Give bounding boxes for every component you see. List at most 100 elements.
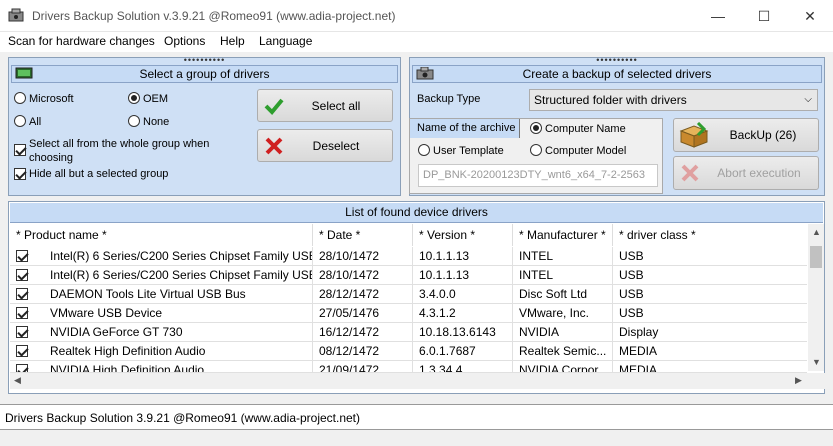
- column-version[interactable]: * Version *: [413, 224, 513, 246]
- column-product-name[interactable]: * Product name *: [10, 224, 313, 246]
- scroll-left-icon[interactable]: ◀: [14, 375, 21, 386]
- title-bar: Drivers Backup Solution v.3.9.21 @Romeo9…: [0, 0, 833, 32]
- radio-computer-model-label: Computer Model: [545, 145, 627, 157]
- cell-driver-class: USB: [619, 268, 644, 282]
- table-row[interactable]: NVIDIA High Definition Audio 21/09/1472 …: [10, 361, 807, 373]
- table-row[interactable]: Intel(R) 6 Series/C200 Series Chipset Fa…: [10, 247, 807, 266]
- radio-computer-name-indicator: [530, 122, 542, 134]
- archive-name-field[interactable]: DP_BNK-20200123DTY_wnt6_x64_7-2-2563: [418, 164, 658, 187]
- panel-grip[interactable]: ••••••••••: [9, 56, 400, 65]
- group-panel: •••••••••• Select a group of drivers Mic…: [8, 56, 401, 196]
- cell-version: 10.18.13.6143: [413, 323, 513, 342]
- driver-list: List of found device drivers * Product n…: [8, 201, 825, 394]
- table-row[interactable]: Intel(R) 6 Series/C200 Series Chipset Fa…: [10, 266, 807, 285]
- abort-button[interactable]: Abort execution: [673, 156, 819, 190]
- package-icon: [679, 122, 709, 148]
- archive-name-tab: Name of the archive: [410, 119, 520, 138]
- app-icon: [8, 8, 24, 22]
- vertical-scrollbar[interactable]: ▲ ▼: [808, 224, 824, 371]
- backup-button[interactable]: BackUp (26): [673, 118, 819, 152]
- row-checkbox[interactable]: [16, 326, 28, 338]
- table-row[interactable]: DAEMON Tools Lite Virtual USB Bus 28/12/…: [10, 285, 807, 304]
- horizontal-scrollbar[interactable]: ◀ ▶: [10, 373, 825, 389]
- check-hide-others[interactable]: Hide all but a selected group: [14, 167, 250, 181]
- radio-user-template[interactable]: User Template: [418, 144, 504, 157]
- row-checkbox[interactable]: [16, 250, 28, 262]
- row-checkbox[interactable]: [16, 288, 28, 300]
- column-date[interactable]: * Date *: [313, 224, 413, 246]
- radio-none[interactable]: None: [128, 115, 169, 128]
- row-checkbox[interactable]: [16, 307, 28, 319]
- row-checkbox[interactable]: [16, 345, 28, 357]
- check-select-whole-group[interactable]: Select all from the whole group when cho…: [14, 137, 250, 165]
- cell-driver-class: Display: [619, 325, 659, 339]
- scroll-up-icon[interactable]: ▲: [812, 227, 821, 237]
- select-all-button[interactable]: Select all: [257, 89, 393, 122]
- backup-type-label: Backup Type: [417, 93, 481, 105]
- table-row[interactable]: Realtek High Definition Audio 08/12/1472…: [10, 342, 807, 361]
- cell-product-name: Intel(R) 6 Series/C200 Series Chipset Fa…: [44, 247, 313, 266]
- radio-user-template-label: User Template: [433, 145, 504, 157]
- cell-date: 28/10/1472: [313, 247, 413, 266]
- camera-icon: [416, 67, 434, 80]
- driver-list-title: List of found device drivers: [10, 203, 823, 223]
- cell-driver-class: USB: [619, 306, 644, 320]
- radio-computer-model[interactable]: Computer Model: [530, 144, 626, 157]
- cell-version: 3.4.0.0: [413, 285, 513, 304]
- cell-driver-class: USB: [619, 249, 644, 263]
- column-driver-class[interactable]: * driver class *: [613, 224, 807, 246]
- cell-product-name: NVIDIA GeForce GT 730: [44, 323, 313, 342]
- checkmark-icon: [264, 98, 284, 115]
- radio-computer-name[interactable]: Computer Name: [530, 122, 626, 135]
- status-bar: Drivers Backup Solution 3.9.21 @Romeo91 …: [0, 404, 833, 430]
- cell-driver-class: USB: [619, 287, 644, 301]
- menu-options[interactable]: Options: [164, 34, 205, 48]
- row-checkbox[interactable]: [16, 364, 28, 372]
- table-row[interactable]: VMware USB Device 27/05/1476 4.3.1.2 VMw…: [10, 304, 807, 323]
- cell-manufacturer: NVIDIA: [513, 323, 613, 342]
- radio-user-template-indicator: [418, 144, 430, 156]
- radio-all-indicator: [14, 115, 26, 127]
- cell-driver-class: MEDIA: [619, 344, 658, 358]
- menu-help[interactable]: Help: [220, 34, 245, 48]
- cell-version: 4.3.1.2: [413, 304, 513, 323]
- cell-manufacturer: VMware, Inc.: [513, 304, 613, 323]
- radio-none-indicator: [128, 115, 140, 127]
- radio-microsoft-indicator: [14, 92, 26, 104]
- panel-grip[interactable]: ••••••••••: [410, 56, 824, 65]
- check-select-whole-group-box: [14, 144, 26, 156]
- vertical-scroll-thumb[interactable]: [810, 246, 822, 268]
- cell-manufacturer: INTEL: [513, 247, 613, 266]
- chevron-down-icon: ⌵: [804, 94, 812, 105]
- scroll-right-icon[interactable]: ▶: [795, 375, 802, 386]
- radio-oem[interactable]: OEM: [128, 92, 168, 105]
- cell-version: 10.1.1.13: [413, 247, 513, 266]
- radio-all-label: All: [29, 116, 42, 128]
- scroll-down-icon[interactable]: ▼: [812, 357, 821, 367]
- maximize-button[interactable]: ☐: [741, 0, 787, 32]
- cell-driver-class: MEDIA: [619, 363, 658, 373]
- group-panel-title: Select a group of drivers: [139, 67, 270, 81]
- cell-product-name: Intel(R) 6 Series/C200 Series Chipset Fa…: [44, 266, 313, 285]
- close-button[interactable]: ✕: [787, 0, 833, 32]
- abort-button-label: Abort execution: [717, 166, 801, 180]
- minimize-button[interactable]: —: [695, 0, 741, 32]
- archive-name-box: Name of the archive Computer Name User T…: [409, 118, 663, 194]
- menu-scan-hardware[interactable]: Scan for hardware changes: [8, 34, 155, 48]
- cell-date: 16/12/1472: [313, 323, 413, 342]
- cell-product-name: Realtek High Definition Audio: [44, 342, 313, 361]
- table-row[interactable]: NVIDIA GeForce GT 730 16/12/1472 10.18.1…: [10, 323, 807, 342]
- menu-language[interactable]: Language: [259, 34, 312, 48]
- backup-type-select[interactable]: Structured folder with drivers ⌵: [529, 89, 818, 111]
- cell-date: 28/10/1472: [313, 266, 413, 285]
- row-checkbox[interactable]: [16, 269, 28, 281]
- x-mark-icon: [265, 137, 283, 155]
- radio-microsoft[interactable]: Microsoft: [14, 92, 74, 105]
- cell-date: 21/09/1472: [313, 361, 413, 372]
- cell-product-name: VMware USB Device: [44, 304, 313, 323]
- monitor-icon: [15, 67, 33, 79]
- deselect-button[interactable]: Deselect: [257, 129, 393, 162]
- column-manufacturer[interactable]: * Manufacturer *: [513, 224, 613, 246]
- radio-all[interactable]: All: [14, 115, 41, 128]
- cell-product-name: DAEMON Tools Lite Virtual USB Bus: [44, 285, 313, 304]
